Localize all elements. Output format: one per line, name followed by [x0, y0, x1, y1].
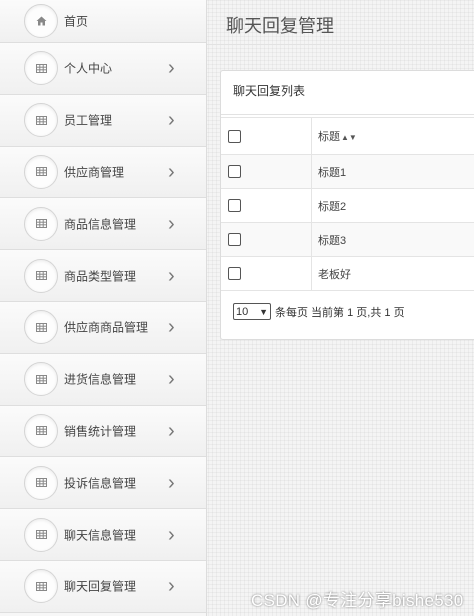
list-icon: [24, 103, 58, 138]
table-row[interactable]: 标题2: [221, 188, 474, 223]
list-icon: [24, 569, 58, 604]
list-icon: [24, 362, 58, 397]
sidebar-item-7[interactable]: 进货信息管理 ›: [0, 353, 206, 406]
sidebar-item-home[interactable]: 首页: [0, 0, 206, 43]
sidebar-item-label: 供应商商品管理: [64, 320, 149, 335]
reply-table: 标题▲▼ 标题1 标题2 标题3 老板好: [221, 117, 474, 291]
sidebar-item-label: 商品类型管理: [64, 269, 137, 284]
list-icon: [24, 154, 58, 189]
sort-icon[interactable]: ▲▼: [341, 133, 357, 142]
select-all-checkbox[interactable]: [228, 129, 241, 143]
sidebar-item-1[interactable]: 个人中心 ›: [0, 43, 206, 95]
sidebar-item-label: 商品信息管理: [64, 217, 137, 232]
header-check-cell: [221, 117, 312, 155]
page-size-select[interactable]: 10 ▼: [233, 303, 271, 320]
row-title-cell: 标题1: [311, 154, 474, 189]
row-checkbox[interactable]: [228, 233, 241, 246]
sidebar-item-label: 聊天信息管理: [64, 528, 137, 543]
list-panel: 聊天回复列表 标题▲▼ 标题1 标题2 标题3 老板好 10 ▼ 条每页 当前第 1 …: [220, 70, 474, 340]
chevron-right-icon: ›: [168, 523, 175, 546]
row-check-cell: [221, 256, 312, 291]
list-icon: [24, 206, 58, 241]
chevron-right-icon: ›: [168, 471, 175, 494]
sidebar-item-label: 供应商管理: [64, 165, 125, 180]
pager-status: 条每页 当前第 1 页,共 1 页: [275, 306, 405, 319]
row-check-cell: [221, 222, 312, 257]
sidebar-item-label: 进货信息管理: [64, 372, 137, 387]
title-divider: [207, 44, 474, 45]
row-title-cell: 老板好: [311, 256, 474, 291]
row-checkbox[interactable]: [228, 267, 241, 280]
pagination: 10 ▼ 条每页 当前第 1 页,共 1 页: [233, 303, 405, 320]
sidebar-item-9[interactable]: 投诉信息管理 ›: [0, 457, 206, 510]
sidebar-item-label: 员工管理: [64, 113, 113, 128]
sidebar-item-3[interactable]: 供应商管理 ›: [0, 146, 206, 199]
panel-title: 聊天回复列表: [233, 84, 306, 98]
table-body: 标题1 标题2 标题3 老板好: [221, 154, 474, 291]
table-row[interactable]: 老板好: [221, 256, 474, 291]
page-title: 聊天回复管理: [226, 16, 334, 36]
sidebar-item-label: 销售统计管理: [64, 424, 137, 439]
row-title-cell: 标题2: [311, 188, 474, 223]
sidebar-item-label: 首页: [64, 14, 89, 29]
row-checkbox[interactable]: [228, 165, 241, 178]
chevron-right-icon: ›: [168, 419, 175, 442]
list-icon: [24, 517, 58, 552]
chevron-right-icon: ›: [168, 160, 175, 183]
panel-heading: 聊天回复列表: [221, 71, 474, 115]
chevron-right-icon: ›: [168, 212, 175, 235]
list-icon: [24, 465, 58, 500]
watermark: CSDN @专注分享bishe530: [251, 591, 464, 610]
sidebar-item-2[interactable]: 员工管理 ›: [0, 94, 206, 147]
sidebar-item-4[interactable]: 商品信息管理 ›: [0, 198, 206, 251]
chevron-right-icon: ›: [168, 316, 175, 339]
column-header-title[interactable]: 标题: [318, 131, 340, 143]
sidebar-item-label: 投诉信息管理: [64, 476, 137, 491]
table-row[interactable]: 标题3: [221, 222, 474, 257]
header-title-cell[interactable]: 标题▲▼: [311, 117, 474, 155]
chevron-right-icon: ›: [168, 264, 175, 287]
chevron-right-icon: ›: [168, 575, 175, 598]
sidebar-item-6[interactable]: 供应商商品管理 ›: [0, 301, 206, 354]
sidebar: 首页个人中心 › 员工管理 › 供应商管理 › 商品信息管理 › 商品类型管理 › 供应商商品管理 ›…: [0, 0, 207, 616]
table-row[interactable]: 标题1: [221, 154, 474, 189]
sidebar-item-5[interactable]: 商品类型管理 ›: [0, 250, 206, 302]
chevron-right-icon: ›: [168, 109, 175, 132]
row-checkbox[interactable]: [228, 199, 241, 212]
sidebar-item-label: 聊天回复管理: [64, 579, 137, 594]
row-title-cell: 标题3: [311, 222, 474, 257]
sidebar-item-8[interactable]: 销售统计管理 ›: [0, 405, 206, 458]
chevron-right-icon: ›: [168, 368, 175, 391]
home-icon: [24, 4, 58, 38]
row-check-cell: [221, 154, 312, 189]
list-icon: [24, 51, 58, 86]
chevron-down-icon: ▼: [259, 306, 268, 317]
sidebar-item-10[interactable]: 聊天信息管理 ›: [0, 509, 206, 561]
table-header-row: 标题▲▼: [221, 117, 474, 155]
sidebar-item-11[interactable]: 聊天回复管理 ›: [0, 560, 206, 613]
list-icon: [24, 413, 58, 448]
sidebar-item-label: 个人中心: [64, 61, 113, 76]
row-check-cell: [221, 188, 312, 223]
page-size-value: 10: [236, 305, 249, 318]
chevron-right-icon: ›: [168, 57, 175, 80]
list-icon: [24, 310, 58, 345]
list-icon: [24, 258, 58, 293]
